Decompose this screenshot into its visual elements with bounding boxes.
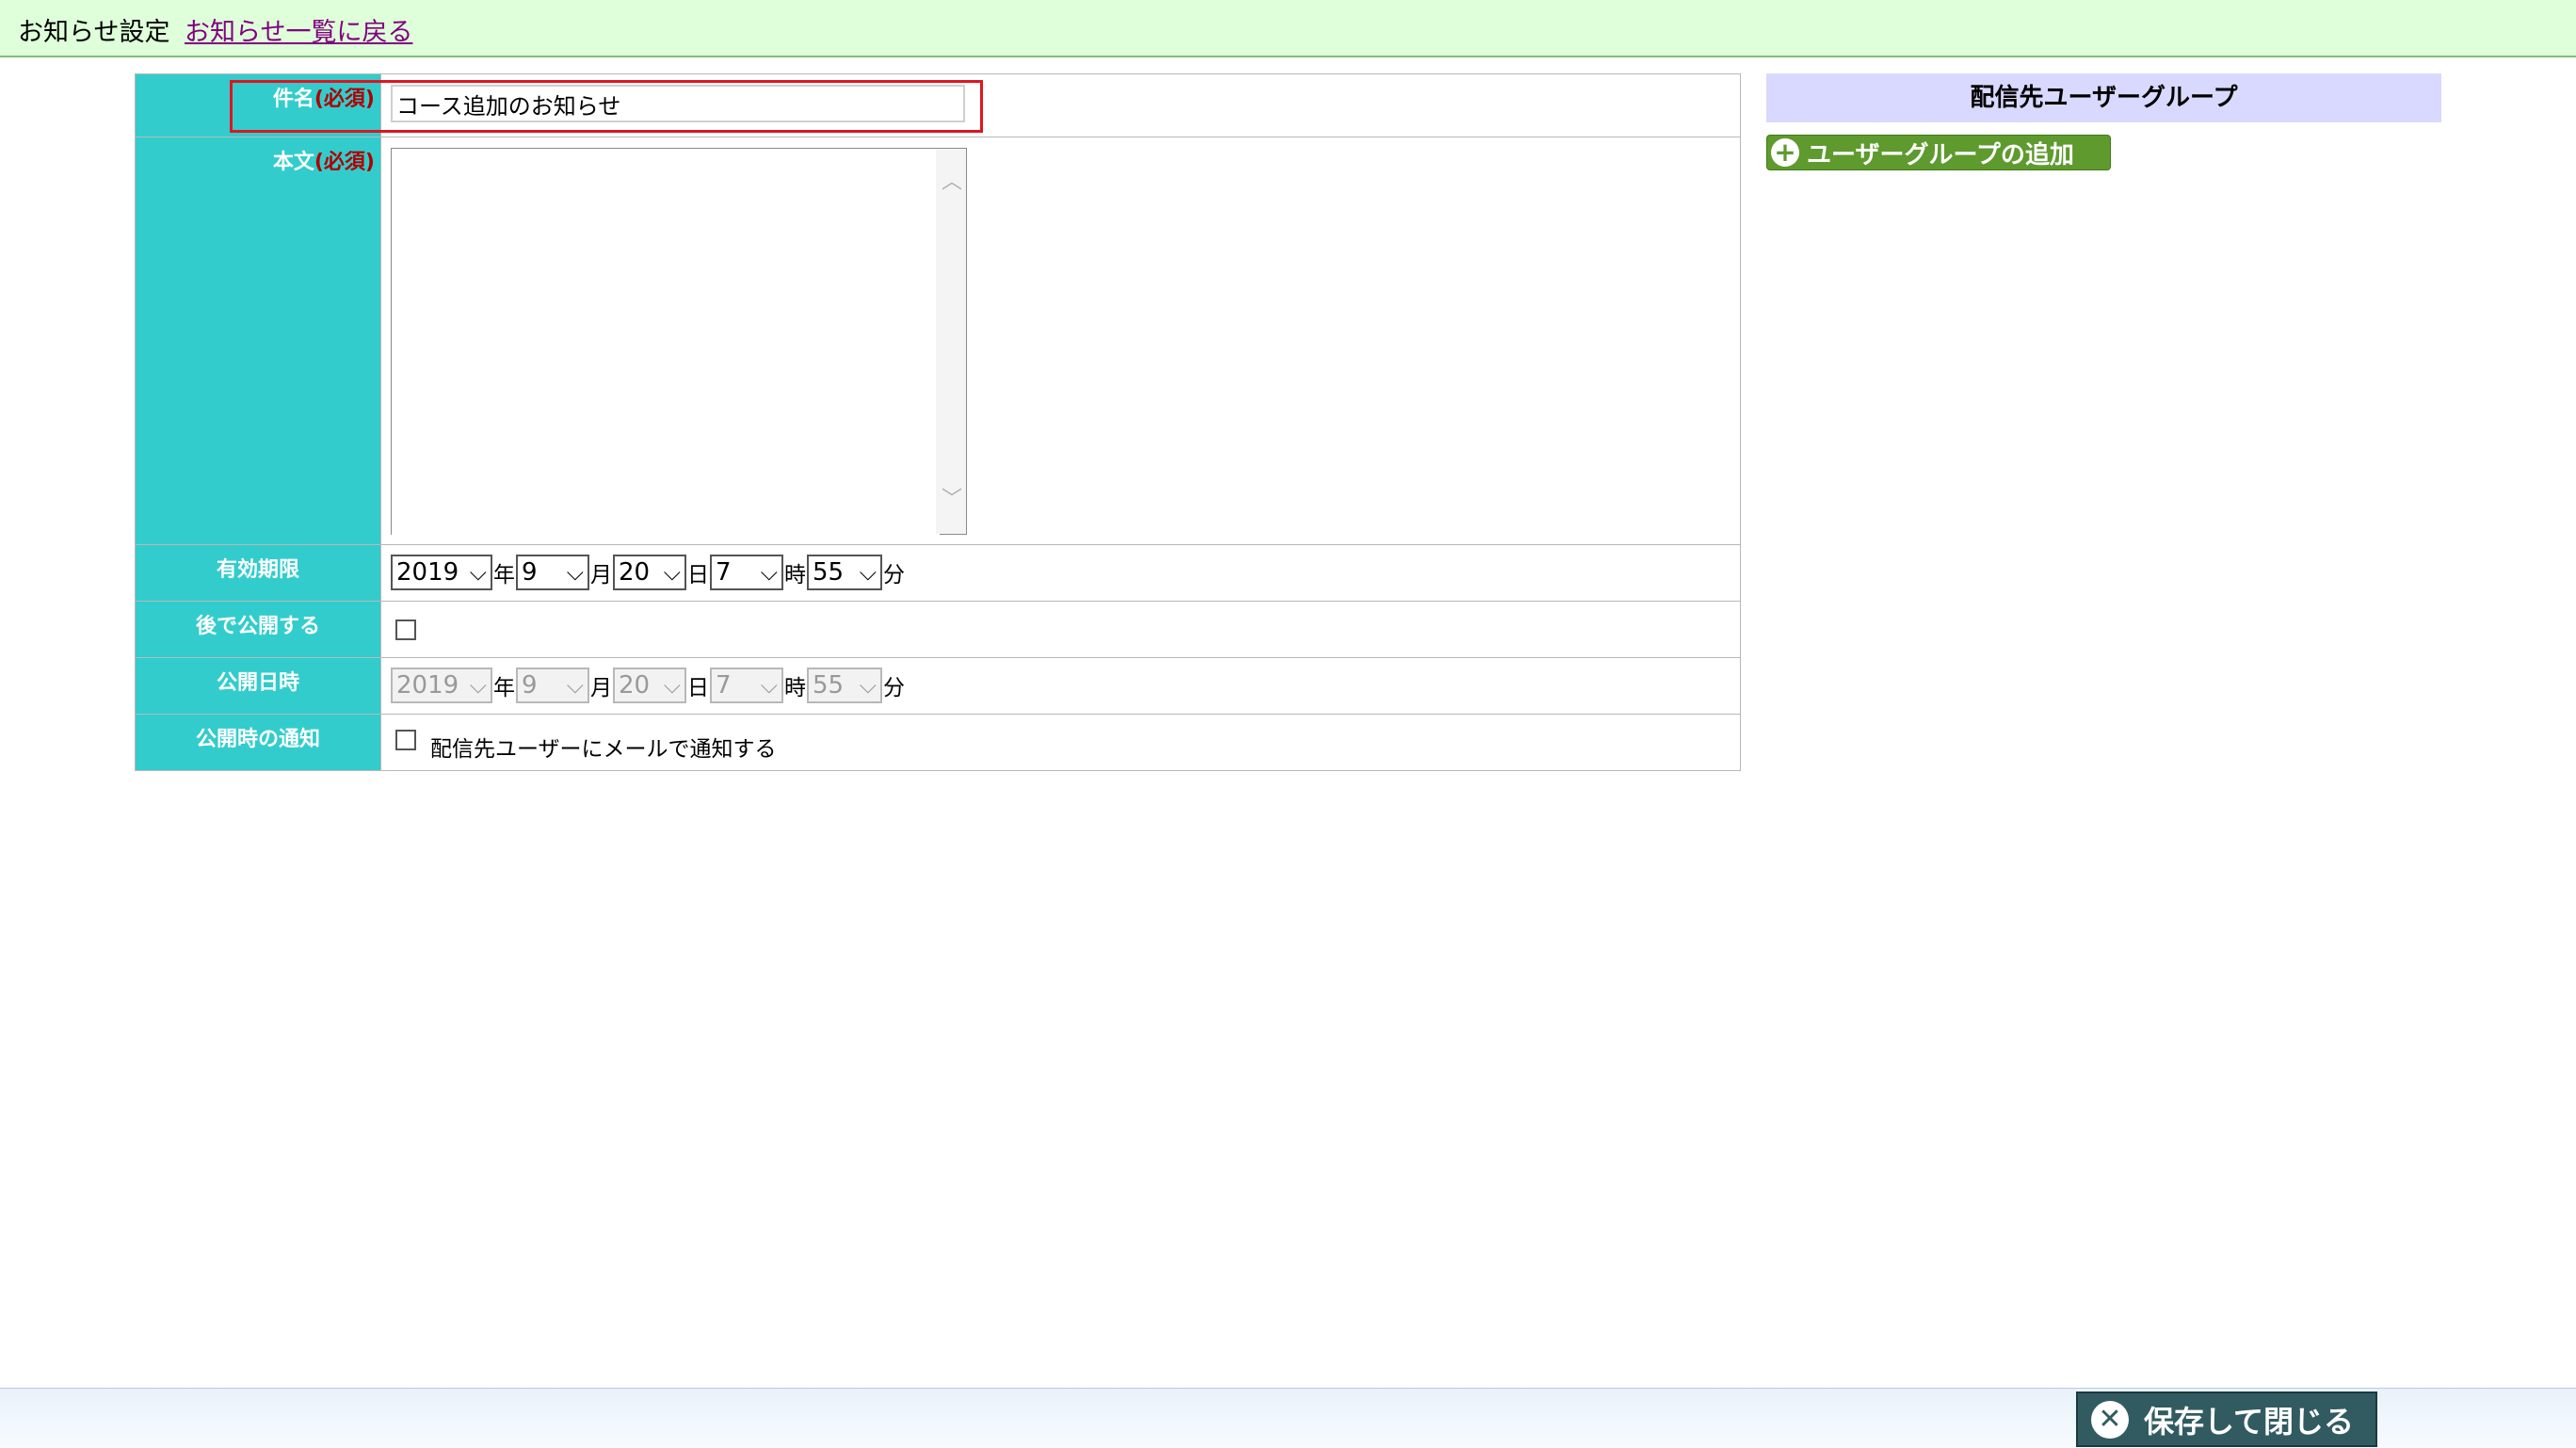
publish-hour-select[interactable]: 7 ⌵ — [710, 668, 783, 703]
publish-datetime: 2019 ⌵ 年 9 ⌵ 月 20 ⌵ 日 7 ⌵ 時 55 ⌵ 分 — [391, 668, 906, 703]
expiry-row: 有効期限 2019 ⌵ 年 9 ⌵ 月 20 ⌵ 日 7 ⌵ 時 55 ⌵ 分 — [136, 544, 1740, 601]
publish-minute-select[interactable]: 55 ⌵ — [807, 668, 882, 703]
page-title: お知らせ設定 — [18, 18, 170, 47]
expiry-datetime: 2019 ⌵ 年 9 ⌵ 月 20 ⌵ 日 7 ⌵ 時 55 ⌵ 分 — [391, 555, 906, 590]
day-unit: 日 — [687, 563, 709, 587]
hour-unit: 時 — [784, 676, 806, 700]
plus-circle-icon: + — [1771, 138, 1799, 167]
notify-checkbox[interactable] — [395, 730, 416, 750]
header-bar: お知らせ設定 お知らせ一覧に戻る — [0, 0, 2576, 57]
save-and-close-label: 保存して閉じる — [2144, 1403, 2355, 1440]
expiry-minute-select[interactable]: 55 ⌵ — [807, 555, 882, 590]
publish-day-select[interactable]: 20 ⌵ — [613, 668, 686, 703]
chevron-down-icon: ⌵ — [859, 672, 877, 699]
scroll-down-icon[interactable]: ﹀ — [942, 490, 962, 510]
chevron-down-icon: ⌵ — [760, 559, 778, 586]
chevron-down-icon: ⌵ — [566, 672, 584, 699]
notify-checkbox-label[interactable]: 配信先ユーザーにメールで通知する — [430, 731, 777, 763]
chevron-down-icon: ⌵ — [859, 559, 877, 586]
subject-label-cell: 件名(必須) — [136, 74, 380, 137]
scroll-up-icon[interactable]: ︿ — [942, 172, 962, 193]
close-circle-icon: ✕ — [2091, 1400, 2129, 1439]
subject-row: 件名(必須) — [136, 74, 1740, 137]
add-user-group-label: ユーザーグループの追加 — [1807, 140, 2074, 169]
chevron-down-icon: ⌵ — [663, 559, 681, 586]
publish-later-label: 後で公開する — [195, 615, 320, 638]
minute-unit: 分 — [883, 676, 905, 700]
body-label: 本文 — [272, 151, 314, 174]
chevron-down-icon: ⌵ — [469, 672, 487, 699]
chevron-down-icon: ⌵ — [566, 559, 584, 586]
expiry-label: 有効期限 — [216, 558, 299, 582]
publish-later-checkbox[interactable] — [395, 619, 416, 640]
notify-label-cell: 公開時の通知 — [136, 715, 380, 770]
day-unit: 日 — [687, 676, 709, 700]
save-and-close-button[interactable]: ✕ 保存して閉じる — [2076, 1392, 2377, 1447]
minute-unit: 分 — [883, 563, 905, 587]
month-unit: 月 — [590, 676, 612, 700]
publish-later-row: 後で公開する — [136, 601, 1740, 657]
hour-unit: 時 — [784, 563, 806, 587]
publish-month-select[interactable]: 9 ⌵ — [516, 668, 589, 703]
subject-label: 件名 — [272, 88, 314, 111]
chevron-down-icon: ⌵ — [663, 672, 681, 699]
add-user-group-button[interactable]: + ユーザーグループの追加 — [1766, 135, 2111, 170]
expiry-day-select[interactable]: 20 ⌵ — [613, 555, 686, 590]
year-unit: 年 — [493, 563, 515, 587]
publish-datetime-label: 公開日時 — [216, 671, 299, 695]
body-textarea-frame: ︿ ﹀ — [391, 148, 967, 538]
publish-later-label-cell: 後で公開する — [136, 602, 380, 657]
chevron-down-icon: ⌵ — [469, 559, 487, 586]
publish-datetime-label-cell: 公開日時 — [136, 658, 380, 714]
expiry-hour-select[interactable]: 7 ⌵ — [710, 555, 783, 590]
chevron-down-icon: ⌵ — [760, 672, 778, 699]
month-unit: 月 — [590, 563, 612, 587]
expiry-month-select[interactable]: 9 ⌵ — [516, 555, 589, 590]
subject-input[interactable] — [391, 85, 965, 122]
publish-year-select[interactable]: 2019 ⌵ — [391, 668, 492, 703]
body-label-cell: 本文(必須) — [136, 137, 380, 544]
body-row: 本文(必須) ︿ ﹀ — [136, 137, 1740, 544]
required-mark: (必須) — [314, 88, 375, 111]
textarea-scrollbar[interactable]: ︿ ﹀ — [936, 149, 966, 534]
publish-datetime-row: 公開日時 2019 ⌵ 年 9 ⌵ 月 20 ⌵ 日 7 ⌵ 時 55 ⌵ 分 — [136, 657, 1740, 714]
required-mark: (必須) — [314, 151, 375, 174]
expiry-year-select[interactable]: 2019 ⌵ — [391, 555, 492, 590]
expiry-label-cell: 有効期限 — [136, 545, 380, 601]
notify-row: 公開時の通知 配信先ユーザーにメールで通知する — [136, 714, 1740, 770]
notify-label: 公開時の通知 — [195, 728, 320, 751]
year-unit: 年 — [493, 676, 515, 700]
user-group-panel-title: 配信先ユーザーグループ — [1766, 73, 2441, 122]
back-to-list-link[interactable]: お知らせ一覧に戻る — [185, 11, 412, 48]
body-textarea[interactable] — [392, 149, 940, 538]
notice-form: 件名(必須) 本文(必須) ︿ ﹀ 有効期限 2019⌵ 年 — [135, 73, 1741, 771]
